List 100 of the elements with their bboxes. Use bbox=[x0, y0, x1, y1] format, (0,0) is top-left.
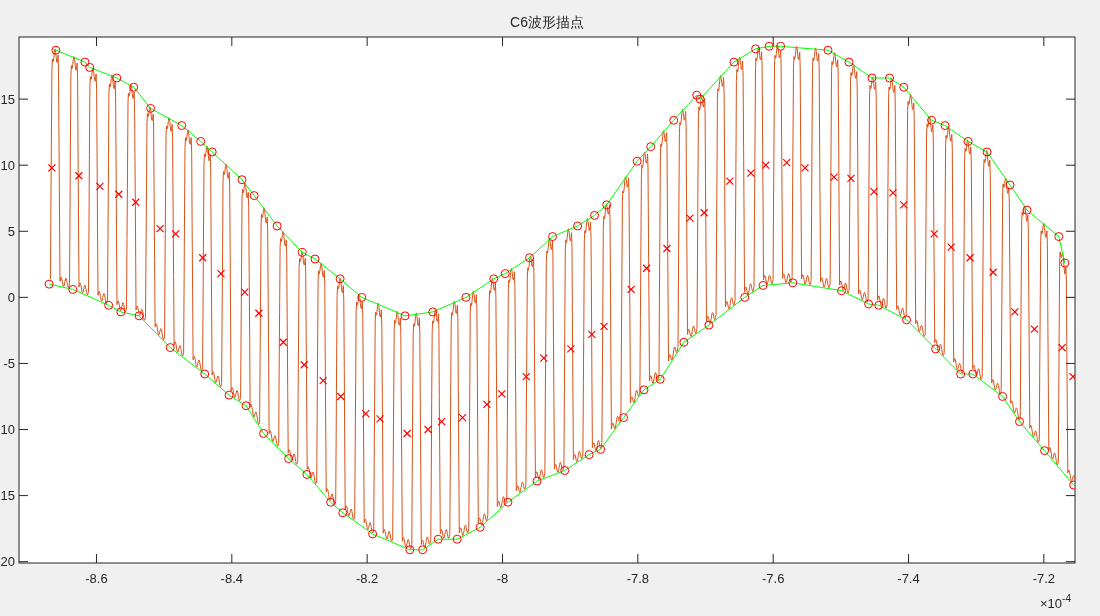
cross-marker bbox=[685, 213, 695, 223]
circle-marker bbox=[844, 57, 854, 67]
circle-marker bbox=[129, 82, 139, 92]
cross-marker bbox=[482, 400, 492, 409]
circle-marker bbox=[452, 534, 462, 544]
x-tick-label: -8.4 bbox=[220, 571, 244, 586]
cross-marker bbox=[587, 330, 596, 339]
circle-marker bbox=[207, 147, 217, 157]
chart-title: C6波形描点 bbox=[510, 14, 584, 30]
cross-marker bbox=[846, 174, 856, 183]
cross-marker bbox=[216, 269, 226, 278]
x-tick-label: -8 bbox=[496, 571, 509, 586]
circle-marker bbox=[584, 450, 594, 460]
circle-marker bbox=[85, 62, 95, 72]
cross-marker bbox=[361, 409, 370, 418]
y-tick-label: -5 bbox=[3, 355, 15, 371]
x-tick-label: -7.8 bbox=[626, 571, 650, 586]
cross-marker bbox=[1058, 343, 1067, 352]
circle-marker bbox=[968, 369, 978, 379]
cross-marker bbox=[156, 224, 165, 233]
cross-marker bbox=[761, 161, 770, 170]
cross-marker bbox=[662, 244, 672, 253]
circle-marker bbox=[931, 344, 941, 354]
circle-marker bbox=[310, 254, 320, 264]
circle-marker bbox=[433, 534, 443, 544]
circle-marker bbox=[704, 320, 714, 330]
circle-marker bbox=[302, 469, 312, 479]
circle-marker bbox=[1022, 205, 1032, 215]
cross-marker bbox=[1010, 307, 1019, 316]
circle-marker bbox=[669, 115, 679, 125]
circle-marker bbox=[1015, 417, 1024, 427]
cross-marker bbox=[830, 173, 839, 182]
circle-marker bbox=[590, 210, 600, 220]
cross-marker bbox=[437, 417, 446, 426]
circle-marker bbox=[112, 73, 122, 83]
circle-marker bbox=[729, 57, 739, 67]
circle-marker bbox=[475, 522, 485, 532]
circle-marker bbox=[200, 369, 210, 379]
cross-marker bbox=[336, 392, 345, 401]
circle-marker bbox=[134, 311, 144, 321]
cross-marker bbox=[947, 243, 956, 252]
circle-marker bbox=[196, 136, 206, 146]
circle-marker bbox=[573, 221, 583, 231]
cross-marker bbox=[497, 389, 506, 398]
circle-marker bbox=[823, 45, 833, 55]
cross-marker bbox=[930, 229, 939, 238]
x-tick-label: -7.6 bbox=[762, 571, 785, 586]
y-tick-label: 10 bbox=[0, 422, 15, 437]
cross-marker bbox=[319, 376, 328, 385]
circle-marker bbox=[982, 147, 992, 157]
circle-marker bbox=[695, 94, 705, 104]
circle-marker bbox=[639, 385, 649, 395]
cross-marker bbox=[599, 322, 609, 331]
cross-marker bbox=[522, 372, 531, 381]
circle-marker bbox=[357, 292, 367, 302]
cross-marker bbox=[1030, 324, 1039, 334]
circle-marker bbox=[51, 45, 61, 55]
circle-marker bbox=[338, 508, 348, 518]
cross-marker bbox=[458, 413, 467, 422]
cross-marker bbox=[240, 287, 249, 297]
circle-marker bbox=[885, 73, 895, 83]
cross-marker bbox=[782, 158, 791, 167]
circle-marker bbox=[525, 253, 535, 263]
circle-marker bbox=[177, 121, 187, 131]
y-tick-label: 20 bbox=[0, 554, 15, 570]
circle-marker bbox=[405, 545, 415, 555]
circle-marker bbox=[679, 337, 689, 347]
axis-exponent-label: ×10$^{-4}$ bbox=[1040, 593, 1071, 611]
circle-marker bbox=[500, 269, 510, 279]
circle-marker bbox=[1054, 232, 1064, 242]
circle-marker bbox=[602, 200, 612, 210]
circle-marker bbox=[461, 292, 471, 302]
circle-marker bbox=[940, 121, 950, 131]
circle-marker bbox=[259, 429, 269, 438]
circle-marker bbox=[503, 497, 513, 507]
circle-marker bbox=[165, 343, 175, 353]
cross-marker bbox=[627, 285, 636, 294]
circle-marker bbox=[692, 90, 702, 100]
circle-marker bbox=[104, 300, 114, 310]
circle-marker bbox=[956, 369, 966, 379]
cross-marker bbox=[74, 171, 83, 180]
cross-marker bbox=[642, 264, 651, 273]
circle-marker bbox=[740, 292, 750, 302]
cross-marker bbox=[800, 163, 810, 172]
x-tick-label: -8.2 bbox=[355, 571, 379, 586]
circle-marker bbox=[837, 286, 847, 296]
circle-marker bbox=[428, 307, 438, 317]
y-tick-label: 15 bbox=[0, 488, 15, 504]
cross-marker bbox=[423, 425, 433, 434]
x-tick-label: -7.2 bbox=[1032, 571, 1056, 586]
circle-marker bbox=[237, 175, 247, 185]
circle-marker bbox=[655, 374, 665, 384]
circle-marker bbox=[560, 466, 570, 475]
cross-marker bbox=[899, 200, 908, 209]
circle-marker bbox=[902, 315, 911, 325]
circle-marker bbox=[874, 300, 884, 310]
circle-marker bbox=[899, 82, 909, 92]
circle-marker bbox=[596, 444, 606, 454]
circle-marker bbox=[68, 284, 78, 294]
cross-marker bbox=[279, 338, 288, 347]
